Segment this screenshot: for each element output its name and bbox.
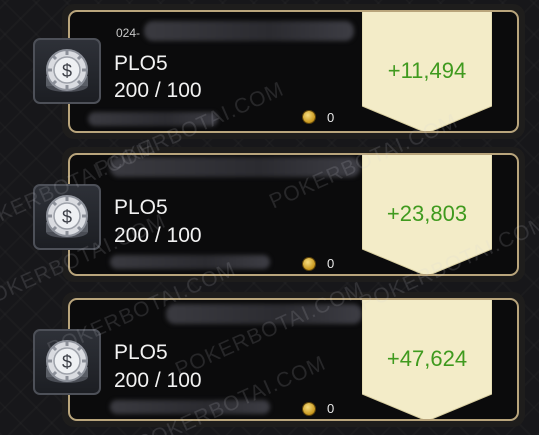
redacted-info <box>110 255 270 269</box>
profit-value: +11,494 <box>387 58 467 83</box>
game-name: PLO5 <box>114 341 168 364</box>
svg-text:$: $ <box>62 61 72 81</box>
redacted-info <box>88 112 218 126</box>
profit-value: +47,624 <box>386 346 468 371</box>
profit-value: +23,803 <box>386 201 468 226</box>
profit-tag: +11,494 <box>362 12 492 131</box>
date-fragment: 024- <box>116 26 141 40</box>
coin-count: 0 <box>327 110 335 125</box>
profit-tag: +47,624 <box>362 300 492 419</box>
game-name: PLO5 <box>114 196 168 219</box>
profit-tag: +23,803 <box>362 155 492 274</box>
stakes: 200 / 100 <box>114 369 202 392</box>
svg-text:$: $ <box>62 352 72 372</box>
hand-record-card[interactable]: PLO5 200 / 100 0 +23,803 <box>68 153 519 276</box>
hand-record-card[interactable]: PLO5 200 / 100 0 +47,624 <box>68 298 519 421</box>
poker-chip-icon: $ <box>33 184 101 250</box>
redacted-date <box>144 21 354 41</box>
poker-chip-icon: $ <box>33 329 101 395</box>
gold-coin-icon <box>303 403 315 415</box>
hand-history-page: 024- PLO5 200 / 100 0 +11,494 $ PLO5 200… <box>0 0 539 435</box>
stakes: 200 / 100 <box>114 224 202 247</box>
hand-record-card[interactable]: 024- PLO5 200 / 100 0 +11,494 <box>68 10 519 133</box>
svg-text:$: $ <box>62 207 72 227</box>
coin-count: 0 <box>327 256 335 271</box>
poker-chip-icon: $ <box>33 38 101 104</box>
stakes: 200 / 100 <box>114 79 202 102</box>
gold-coin-icon <box>303 111 315 123</box>
game-name: PLO5 <box>114 52 168 75</box>
redacted-info <box>110 400 270 414</box>
coin-count: 0 <box>327 401 335 416</box>
redacted-date <box>166 304 362 324</box>
gold-coin-icon <box>303 258 315 270</box>
redacted-date <box>110 157 360 177</box>
